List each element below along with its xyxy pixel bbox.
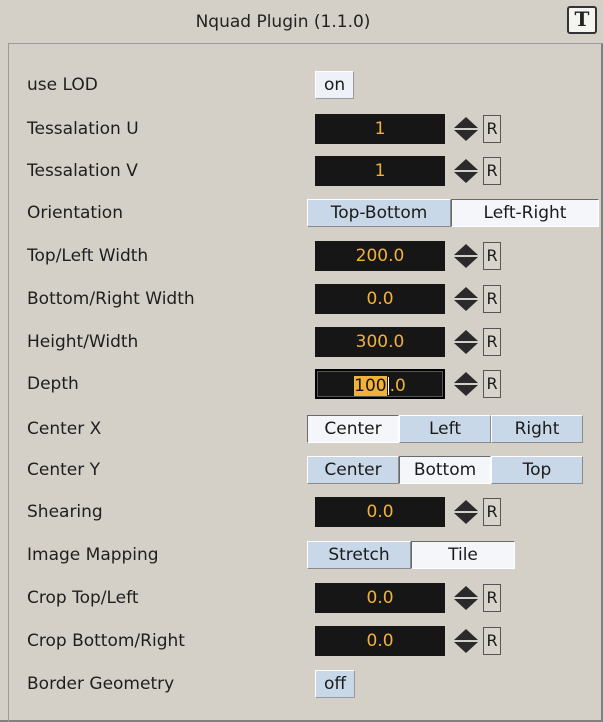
shearing-spinner[interactable]: [451, 498, 481, 526]
top-left-width-reset-button[interactable]: R: [483, 242, 501, 270]
shearing-reset-button[interactable]: R: [483, 498, 501, 526]
bottom-right-width-label: Bottom/Right Width: [27, 289, 195, 309]
depth-selected-text: 100: [354, 376, 387, 396]
tessalation-u-label: Tessalation U: [27, 119, 139, 139]
use-lod-toggle[interactable]: on: [315, 71, 355, 99]
center-x-option-center[interactable]: Center: [307, 415, 399, 443]
spin-down-icon[interactable]: [454, 172, 478, 183]
spin-up-icon[interactable]: [454, 117, 478, 128]
center-x-option-left[interactable]: Left: [399, 415, 491, 443]
image-mapping-option-stretch[interactable]: Stretch: [307, 541, 411, 569]
spin-down-icon[interactable]: [454, 130, 478, 141]
tessalation-v-reset-button[interactable]: R: [483, 157, 501, 185]
depth-reset-button[interactable]: R: [483, 370, 501, 398]
orientation-option-top-bottom[interactable]: Top-Bottom: [307, 199, 451, 227]
crop-top-left-spinner[interactable]: [451, 584, 481, 612]
height-width-label: Height/Width: [27, 332, 139, 352]
spin-up-icon[interactable]: [454, 629, 478, 640]
spin-down-icon[interactable]: [454, 599, 478, 610]
spin-down-icon[interactable]: [454, 385, 478, 396]
crop-top-left-label: Crop Top/Left: [27, 588, 139, 608]
bottom-right-width-spinner[interactable]: [451, 285, 481, 313]
border-geometry-toggle[interactable]: off: [315, 670, 356, 698]
plugin-info-icon[interactable]: T: [567, 6, 597, 34]
crop-bottom-right-field[interactable]: 0.0: [315, 626, 445, 656]
tessalation-u-spinner[interactable]: [451, 115, 481, 143]
height-width-field[interactable]: 300.0: [315, 327, 445, 357]
panel-title: Nquad Plugin (1.1.0): [195, 12, 371, 32]
top-left-width-field[interactable]: 200.0: [315, 241, 445, 271]
spin-down-icon[interactable]: [454, 257, 478, 268]
use-lod-label: use LOD: [27, 75, 98, 95]
border-geometry-label: Border Geometry: [27, 674, 175, 694]
spin-down-icon[interactable]: [454, 642, 478, 653]
shearing-label: Shearing: [27, 502, 103, 522]
crop-top-left-reset-button[interactable]: R: [483, 584, 501, 612]
spin-up-icon[interactable]: [454, 372, 478, 383]
center-y-label: Center Y: [27, 460, 101, 480]
image-mapping-label: Image Mapping: [27, 545, 159, 565]
top-left-width-label: Top/Left Width: [27, 246, 149, 266]
spin-up-icon[interactable]: [454, 244, 478, 255]
spin-up-icon[interactable]: [454, 159, 478, 170]
spin-down-icon[interactable]: [454, 300, 478, 311]
top-left-width-spinner[interactable]: [451, 242, 481, 270]
height-width-spinner[interactable]: [451, 328, 481, 356]
panel-titlebar: Nquad Plugin (1.1.0) T: [8, 0, 603, 44]
bottom-right-width-field[interactable]: 0.0: [315, 284, 445, 314]
bottom-right-width-reset-button[interactable]: R: [483, 285, 501, 313]
crop-top-left-field[interactable]: 0.0: [315, 583, 445, 613]
tessalation-v-spinner[interactable]: [451, 157, 481, 185]
tessalation-u-reset-button[interactable]: R: [483, 115, 501, 143]
plugin-panel: Nquad Plugin (1.1.0) T use LOD on Tessal…: [0, 0, 603, 722]
center-x-option-right[interactable]: Right: [491, 415, 583, 443]
crop-bottom-right-label: Crop Bottom/Right: [27, 631, 185, 651]
spin-up-icon[interactable]: [454, 500, 478, 511]
depth-remaining-text: .0: [389, 376, 406, 396]
orientation-label: Orientation: [27, 203, 123, 223]
orientation-option-left-right[interactable]: Left-Right: [451, 199, 599, 227]
center-y-option-bottom[interactable]: Bottom: [399, 456, 491, 484]
depth-spinner[interactable]: [451, 370, 481, 398]
image-mapping-option-tile[interactable]: Tile: [411, 541, 515, 569]
tessalation-u-field[interactable]: 1: [315, 114, 445, 144]
depth-field[interactable]: 100.0: [315, 369, 445, 399]
shearing-field[interactable]: 0.0: [315, 497, 445, 527]
height-width-reset-button[interactable]: R: [483, 328, 501, 356]
text-caret: [387, 377, 389, 395]
center-x-label: Center X: [27, 419, 102, 439]
depth-label: Depth: [27, 374, 79, 394]
spin-down-icon[interactable]: [454, 513, 478, 524]
spin-up-icon[interactable]: [454, 330, 478, 341]
center-y-option-top[interactable]: Top: [491, 456, 583, 484]
tessalation-v-label: Tessalation V: [27, 161, 138, 181]
spin-up-icon[interactable]: [454, 586, 478, 597]
crop-bottom-right-reset-button[interactable]: R: [483, 627, 501, 655]
center-y-option-center[interactable]: Center: [307, 456, 399, 484]
crop-bottom-right-spinner[interactable]: [451, 627, 481, 655]
properties-area: use LOD on Tessalation U 1 R Tessalation…: [8, 44, 603, 722]
tessalation-v-field[interactable]: 1: [315, 156, 445, 186]
spin-up-icon[interactable]: [454, 287, 478, 298]
spin-down-icon[interactable]: [454, 343, 478, 354]
